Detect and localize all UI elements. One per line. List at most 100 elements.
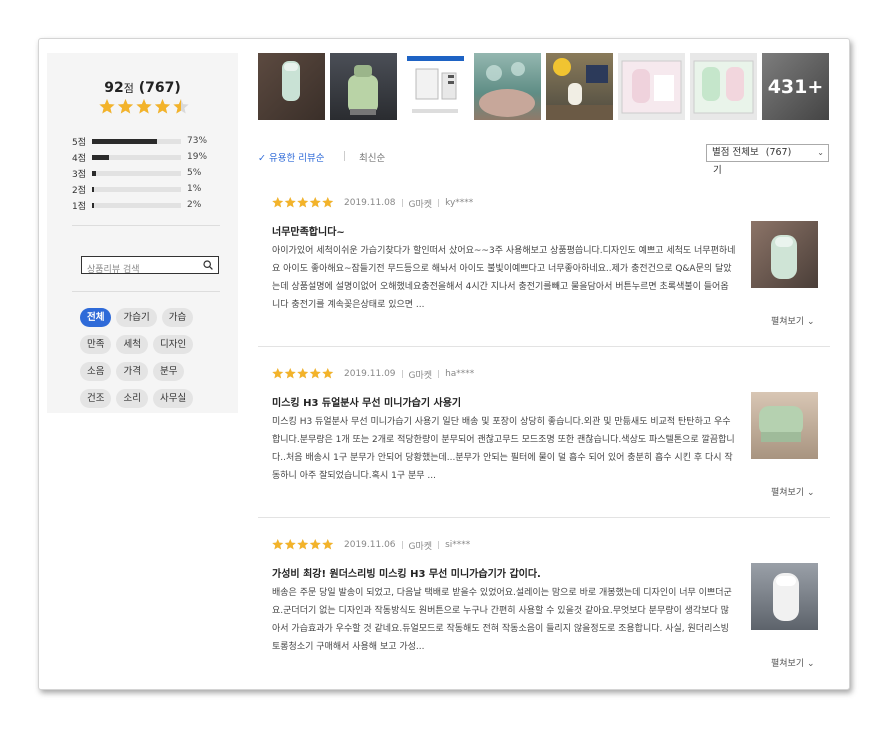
review-thumbnail[interactable]: [751, 392, 818, 459]
star-filled-icon: [322, 197, 334, 208]
divider: [438, 199, 440, 207]
star-filled-icon: [309, 197, 321, 208]
rating-bar: [92, 138, 181, 144]
star-filled-icon: [297, 197, 309, 208]
rating-distribution-row[interactable]: 2점 1%: [72, 181, 222, 197]
rating-stars-icon: [99, 99, 189, 114]
review-photo[interactable]: [546, 53, 613, 120]
tag-row: 소음 가격 분무: [80, 362, 230, 381]
star-filled-icon: [309, 368, 321, 379]
rating-percent: 5%: [187, 168, 202, 178]
review-stars-icon: [272, 197, 334, 208]
filter-count: (767): [765, 147, 792, 158]
review-title: 가성비 최강! 원더스리빙 미스킹 H3 무선 미니가습기가 갑이다.: [272, 569, 541, 580]
keyword-tag[interactable]: 만족: [80, 335, 112, 354]
divider: [401, 370, 403, 378]
keyword-tag[interactable]: 가습: [161, 308, 194, 327]
star-filled-icon: [309, 539, 321, 550]
rating-distribution-row[interactable]: 5점 73%: [72, 133, 222, 149]
check-icon: ✓: [258, 153, 266, 164]
keyword-tag[interactable]: 사무실: [152, 389, 194, 408]
review-search-input[interactable]: [82, 262, 197, 278]
review-photo[interactable]: [330, 53, 397, 120]
review-thumbnail[interactable]: [751, 221, 818, 288]
chevron-down-icon: ⌄: [804, 659, 815, 669]
keyword-tag[interactable]: 가습기: [116, 308, 157, 327]
keyword-tag[interactable]: 세척: [116, 335, 148, 354]
rating-bar: [92, 154, 181, 160]
rating-level-label: 5점: [72, 137, 87, 148]
keyword-tag[interactable]: 건조: [80, 389, 112, 408]
expand-label: 펼쳐보기: [771, 659, 805, 669]
score-value: 92: [104, 80, 124, 96]
star-filled-icon: [136, 99, 152, 114]
review-user: ky****: [445, 198, 474, 208]
keyword-tag[interactable]: 소리: [116, 389, 148, 408]
star-filled-icon: [117, 99, 134, 114]
rating-percent: 1%: [187, 184, 202, 194]
review-count: 767: [145, 80, 175, 96]
review-date: 2019.11.09: [344, 369, 396, 379]
star-filled-icon: [297, 368, 309, 379]
more-photos-button[interactable]: 431+: [762, 53, 829, 120]
divider: [72, 291, 220, 292]
keyword-tag[interactable]: 가격: [116, 362, 148, 381]
rating-distribution-row[interactable]: 1점 2%: [72, 197, 222, 213]
review-photo[interactable]: [474, 53, 541, 120]
review-photo[interactable]: [402, 53, 469, 120]
star-filled-icon: [272, 368, 284, 379]
star-filled-icon: [284, 368, 296, 379]
rating-level-label: 3점: [72, 169, 87, 180]
keyword-tag[interactable]: 전체: [80, 308, 112, 327]
review-meta: 2019.11.08 G마켓 ky****: [272, 197, 474, 210]
review-meta: 2019.11.09 G마켓 ha****: [272, 368, 474, 381]
rating-percent: 73%: [187, 136, 208, 146]
sort-latest-tab[interactable]: 최신순: [359, 150, 385, 164]
review-body: 미스킹 H3 듀얼분사 무선 미니가습기 사용기 일단 배송 및 포장이 상당히…: [272, 417, 735, 481]
review-thumbnail[interactable]: [751, 563, 818, 630]
keyword-tags: 전체 가습기 가습만족 세척 디자인소음 가격 분무건조 소리 사무실: [80, 308, 230, 416]
rating-bar: [92, 202, 181, 208]
divider: [344, 151, 345, 161]
filter-label: 별점 전체보: [712, 147, 759, 158]
rating-summary: 92점 (767) 5점 73% 4점 19% 3점 5% 2점 1% 1점 2% 전체가습기가습…: [47, 53, 238, 413]
review-photo[interactable]: [618, 53, 685, 120]
star-filled-icon: [272, 539, 284, 550]
review-search-box[interactable]: [81, 256, 219, 278]
rating-filter-select[interactable]: 별점 전체보 (767) ⌄: [706, 144, 829, 162]
review-divider: [258, 517, 830, 518]
star-filled-icon: [322, 368, 334, 379]
expand-review-button[interactable]: 펼쳐보기 ⌄: [771, 656, 815, 669]
sort-helpful-tab[interactable]: ✓ 유용한 리뷰순: [258, 150, 324, 164]
review-stars-icon: [272, 368, 334, 379]
keyword-tag[interactable]: 디자인: [152, 335, 194, 354]
expand-review-button[interactable]: 펼쳐보기 ⌄: [771, 485, 815, 498]
rating-distribution-row[interactable]: 3점 5%: [72, 165, 222, 181]
rating-distribution-row[interactable]: 4점 19%: [72, 149, 222, 165]
review-photo[interactable]: [690, 53, 757, 120]
rating-bar-fill: [92, 154, 109, 160]
divider: [438, 541, 440, 549]
review-body: 배송은 주문 당일 발송이 되었고, 다음날 택배로 받을수 있었어요.설레이는…: [272, 588, 732, 652]
star-filled-icon: [322, 539, 334, 550]
keyword-tag[interactable]: 소음: [80, 362, 112, 381]
keyword-tag[interactable]: 분무: [152, 362, 185, 381]
more-photos-label: 431+: [767, 75, 824, 98]
search-icon[interactable]: [203, 260, 213, 270]
star-filled-icon: [154, 99, 171, 114]
review-photo[interactable]: [258, 53, 325, 120]
star-filled-icon: [272, 197, 284, 208]
tag-row: 전체 가습기 가습: [80, 308, 230, 327]
review-meta: 2019.11.06 G마켓 si****: [272, 539, 471, 552]
rating-score: 92점 (767): [104, 80, 181, 96]
rating-bar: [92, 186, 181, 192]
star-filled-icon: [99, 99, 115, 114]
rating-bar-fill: [92, 170, 97, 176]
filter-label-wrap: 기: [713, 165, 722, 176]
rating-bar: [92, 170, 181, 176]
expand-review-button[interactable]: 펼쳐보기 ⌄: [771, 314, 815, 327]
review-user: si****: [445, 540, 471, 550]
review-date: 2019.11.08: [344, 198, 396, 208]
sort-bar: ✓ 유용한 리뷰순 최신순 별점 전체보 (767) ⌄ 기: [258, 144, 830, 176]
rating-percent: 19%: [187, 152, 208, 162]
